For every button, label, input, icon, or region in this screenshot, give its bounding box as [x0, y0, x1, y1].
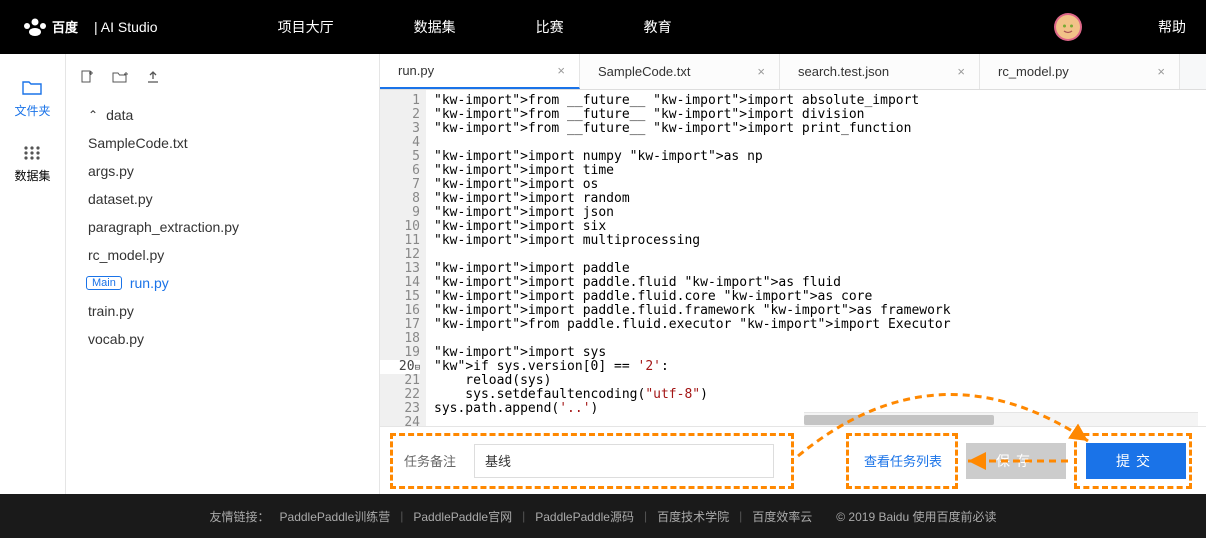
- footer-prefix: 友情链接：: [210, 508, 270, 525]
- new-folder-icon[interactable]: [112, 70, 128, 87]
- horizontal-scrollbar[interactable]: [804, 412, 1198, 426]
- chevron-down-icon: ⌃: [88, 108, 98, 122]
- close-icon[interactable]: ×: [957, 64, 965, 79]
- folder-icon: [14, 80, 50, 96]
- help-link[interactable]: 帮助: [1158, 17, 1186, 37]
- folder-data[interactable]: ⌃data: [80, 101, 379, 129]
- code-editor[interactable]: 1234567891011121314151617181920⊟21222324…: [380, 90, 1206, 426]
- task-remark-label: 任务备注: [404, 451, 456, 470]
- footer-link[interactable]: PaddlePaddle训练营: [280, 508, 391, 525]
- footer-link[interactable]: 百度效率云: [752, 508, 812, 525]
- file-item[interactable]: args.py: [80, 157, 379, 185]
- new-file-icon[interactable]: [80, 70, 94, 87]
- footer-copyright: © 2019 Baidu 使用百度前必读: [836, 508, 996, 525]
- file-item-main[interactable]: Mainrun.py: [80, 269, 379, 297]
- nav-education[interactable]: 教育: [644, 17, 672, 37]
- tab-rcmodel[interactable]: rc_model.py×: [980, 54, 1180, 89]
- rail-datasets[interactable]: 数据集: [14, 145, 50, 184]
- file-item[interactable]: train.py: [80, 297, 379, 325]
- line-gutter: 1234567891011121314151617181920⊟21222324: [380, 90, 426, 426]
- dataset-icon: [14, 145, 50, 161]
- scroll-thumb[interactable]: [804, 415, 994, 425]
- close-icon[interactable]: ×: [1157, 64, 1165, 79]
- rail-files[interactable]: 文件夹: [14, 80, 50, 119]
- left-rail: 文件夹 数据集: [0, 54, 66, 494]
- file-item[interactable]: vocab.py: [80, 325, 379, 353]
- editor-area: run.py× SampleCode.txt× search.test.json…: [380, 54, 1206, 494]
- top-header: 百度 | AI Studio 项目大厅 数据集 比赛 教育 帮助: [0, 0, 1206, 54]
- avatar-icon: [1056, 15, 1080, 39]
- logo[interactable]: 百度 | AI Studio: [20, 16, 158, 38]
- save-button[interactable]: 保存: [966, 443, 1066, 479]
- footer: 友情链接： PaddlePaddle训练营| PaddlePaddle官网| P…: [0, 494, 1206, 538]
- main-badge: Main: [86, 276, 122, 290]
- baidu-logo-icon: 百度: [20, 16, 84, 38]
- close-icon[interactable]: ×: [757, 64, 765, 79]
- upload-icon[interactable]: [146, 70, 160, 87]
- avatar[interactable]: [1054, 13, 1082, 41]
- file-item[interactable]: dataset.py: [80, 185, 379, 213]
- nav-datasets[interactable]: 数据集: [414, 17, 456, 37]
- brand-text: | AI Studio: [94, 19, 158, 35]
- footer-link[interactable]: 百度技术学院: [657, 508, 729, 525]
- task-bar: 任务备注 查看任务列表 保存 提交: [380, 426, 1206, 494]
- tab-samplecode[interactable]: SampleCode.txt×: [580, 54, 780, 89]
- top-nav: 项目大厅 数据集 比赛 教育: [278, 17, 672, 37]
- tab-run-py[interactable]: run.py×: [380, 54, 580, 89]
- close-icon[interactable]: ×: [557, 63, 565, 78]
- editor-tabs: run.py× SampleCode.txt× search.test.json…: [380, 54, 1206, 90]
- svg-text:百度: 百度: [52, 20, 79, 35]
- footer-link[interactable]: PaddlePaddle官网: [413, 508, 512, 525]
- main-body: 文件夹 数据集 ⌃data SampleCode.txt args.py dat…: [0, 54, 1206, 494]
- footer-link[interactable]: PaddlePaddle源码: [535, 508, 634, 525]
- nav-competition[interactable]: 比赛: [536, 17, 564, 37]
- file-tree: ⌃data SampleCode.txt args.py dataset.py …: [66, 101, 379, 353]
- file-toolbar: [66, 64, 379, 101]
- file-item[interactable]: rc_model.py: [80, 241, 379, 269]
- tab-searchjson[interactable]: search.test.json×: [780, 54, 980, 89]
- nav-projects[interactable]: 项目大厅: [278, 17, 334, 37]
- file-tree-pane: ⌃data SampleCode.txt args.py dataset.py …: [66, 54, 380, 494]
- view-task-list-link[interactable]: 查看任务列表: [864, 451, 942, 470]
- file-item[interactable]: SampleCode.txt: [80, 129, 379, 157]
- file-item[interactable]: paragraph_extraction.py: [80, 213, 379, 241]
- submit-button[interactable]: 提交: [1086, 443, 1186, 479]
- task-remark-input[interactable]: [474, 444, 774, 478]
- code-content[interactable]: "kw-import">from __future__ "kw-import">…: [426, 90, 959, 426]
